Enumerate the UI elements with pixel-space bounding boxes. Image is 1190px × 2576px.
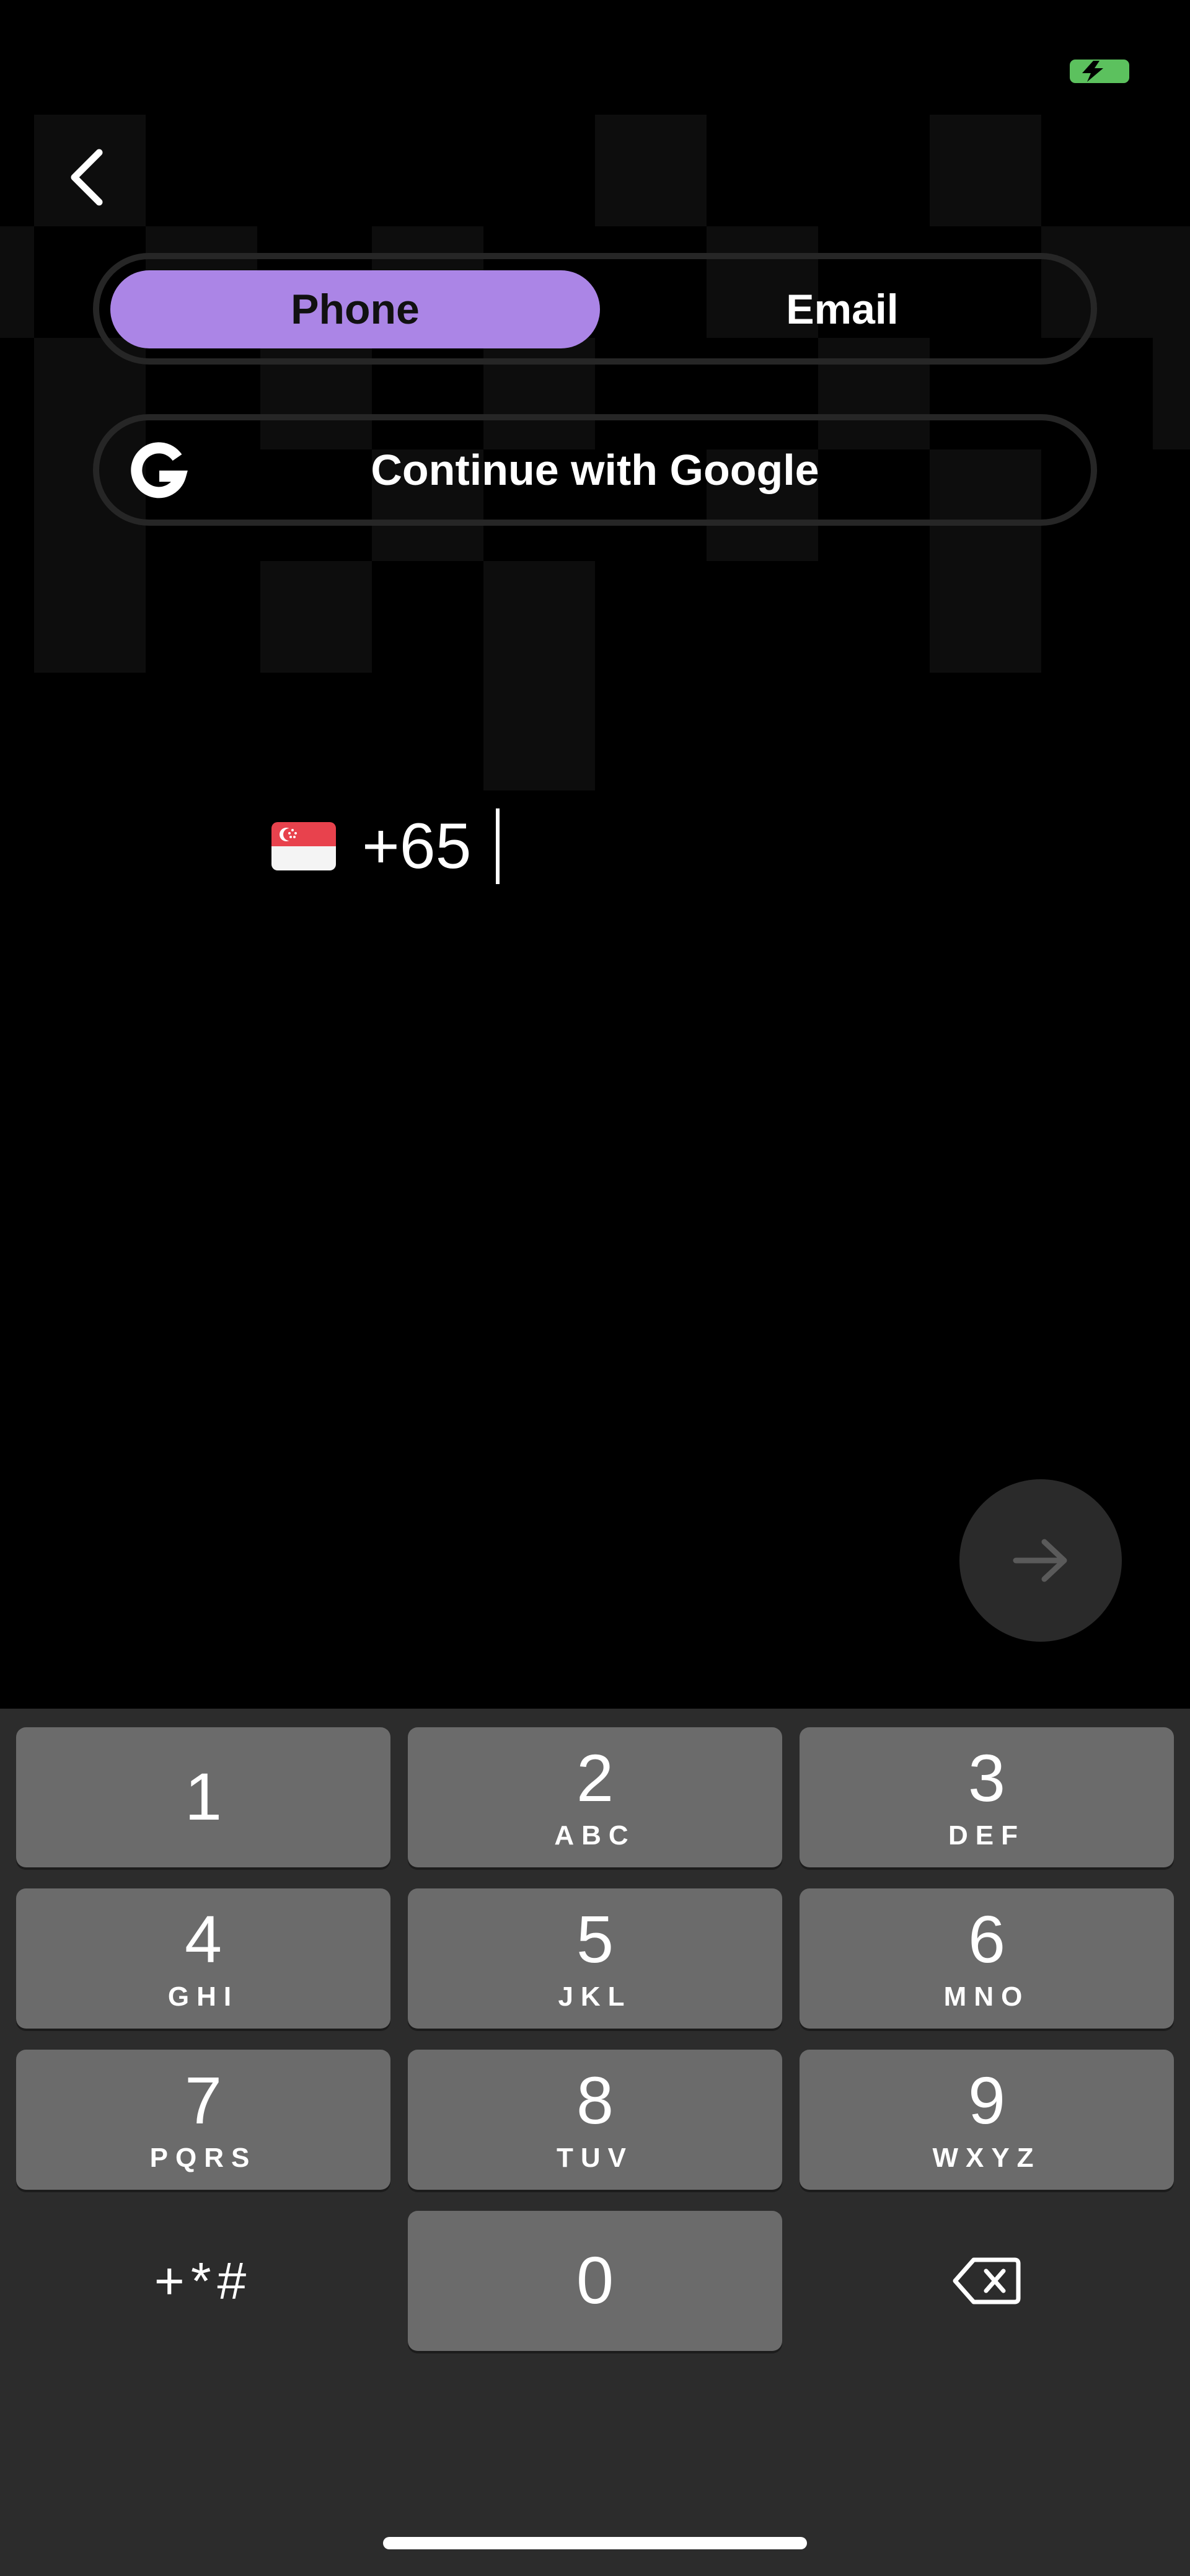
key-digit: 8 xyxy=(576,2063,614,2138)
home-indicator[interactable] xyxy=(383,2537,807,2549)
tab-email[interactable]: Email xyxy=(597,270,1087,348)
key-digit: 7 xyxy=(184,2063,223,2138)
next-button[interactable] xyxy=(959,1479,1122,1642)
key-6[interactable]: 6 MNO xyxy=(800,1888,1174,2029)
key-letters: PQRS xyxy=(149,2143,257,2173)
key-digit: 9 xyxy=(967,2063,1006,2138)
key-digit: 2 xyxy=(576,1740,614,1815)
text-caret xyxy=(496,808,500,884)
key-digit: 0 xyxy=(576,2242,614,2317)
continue-with-google-label: Continue with Google xyxy=(371,446,819,494)
key-1[interactable]: 1 xyxy=(16,1727,390,1867)
phone-number-row xyxy=(271,800,500,893)
key-digit: 4 xyxy=(184,1901,223,1976)
key-digit: 5 xyxy=(576,1901,614,1976)
symbols-key[interactable]: +*# xyxy=(16,2211,390,2351)
key-letters: GHI xyxy=(167,1981,239,2012)
tab-phone[interactable]: Phone xyxy=(110,270,600,348)
key-8[interactable]: 8 TUV xyxy=(408,2050,782,2190)
battery-charging-icon xyxy=(1070,60,1129,83)
key-letters: WXYZ xyxy=(932,2143,1041,2173)
key-5[interactable]: 5 JKL xyxy=(408,1888,782,2029)
key-digit: 3 xyxy=(967,1740,1006,1815)
key-2[interactable]: 2 ABC xyxy=(408,1727,782,1867)
key-9[interactable]: 9 WXYZ xyxy=(800,2050,1174,2190)
key-letters: TUV xyxy=(557,2143,633,2173)
backspace-icon xyxy=(953,2257,1021,2304)
key-4[interactable]: 4 GHI xyxy=(16,1888,390,2029)
key-letters: ABC xyxy=(554,1820,636,1851)
key-3[interactable]: 3 DEF xyxy=(800,1727,1174,1867)
singapore-flag-icon[interactable] xyxy=(271,822,336,870)
key-letters: DEF xyxy=(948,1820,1025,1851)
symbols-key-label: +*# xyxy=(154,2251,253,2310)
key-0[interactable]: 0 xyxy=(408,2211,782,2351)
phone-number-input[interactable] xyxy=(362,809,498,883)
chevron-left-icon xyxy=(71,149,103,206)
delete-key[interactable] xyxy=(800,2211,1174,2351)
key-7[interactable]: 7 PQRS xyxy=(16,2050,390,2190)
back-button[interactable] xyxy=(57,140,119,215)
key-letters: MNO xyxy=(943,1981,1030,2012)
arrow-right-icon xyxy=(1013,1539,1067,1582)
key-digit: 1 xyxy=(184,1759,223,1834)
auth-method-toggle: Phone Email xyxy=(93,253,1097,365)
continue-with-google-button[interactable]: Continue with Google xyxy=(93,414,1097,526)
key-letters: JKL xyxy=(558,1981,632,2012)
numeric-keypad: 1 2 ABC 3 DEF 4 GHI 5 JKL 6 MNO 7 PQRS 8… xyxy=(0,1709,1190,2576)
key-digit: 6 xyxy=(967,1901,1006,1976)
